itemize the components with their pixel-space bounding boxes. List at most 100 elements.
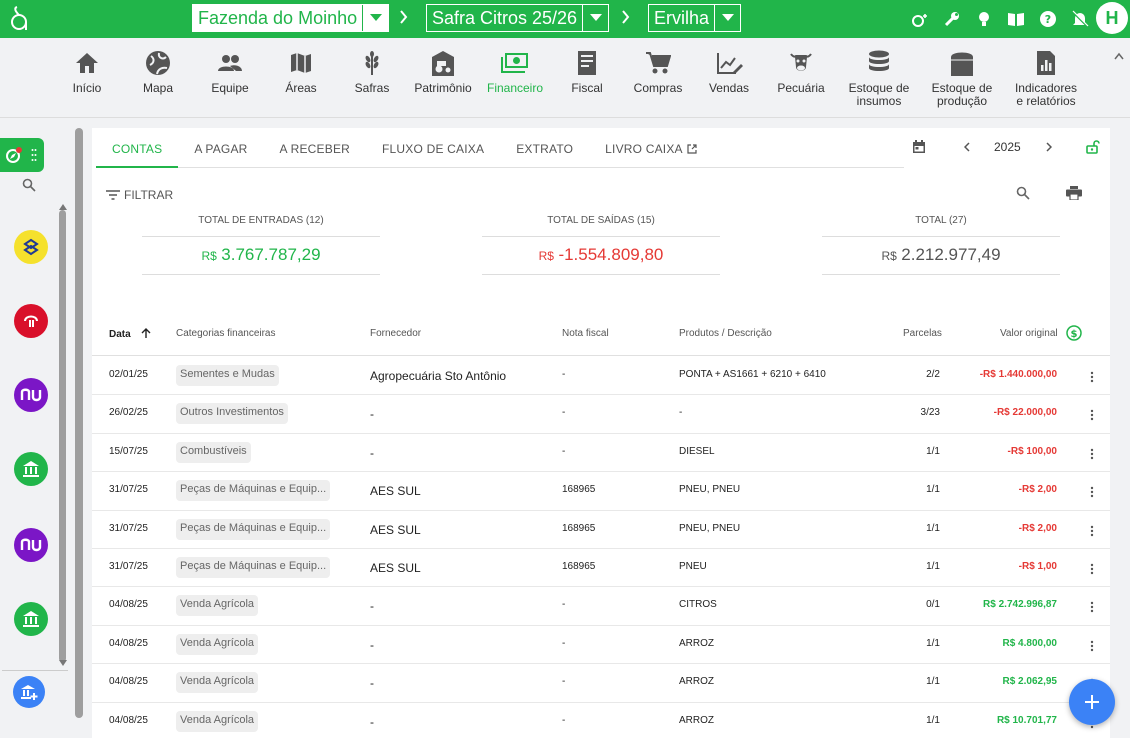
col-produtos[interactable]: Produtos / Descrição bbox=[679, 328, 772, 339]
col-valor-original[interactable]: Valor original bbox=[1000, 328, 1058, 339]
nav-compras[interactable]: Compras bbox=[632, 48, 684, 95]
table-row[interactable]: 04/08/25 Venda Agrícola - - ARROZ 1/1 R$ 4.800… bbox=[92, 626, 1110, 665]
sidebar-scrollbar[interactable] bbox=[59, 210, 66, 662]
tab-a-pagar[interactable]: A PAGAR bbox=[178, 128, 263, 168]
table-row[interactable]: 04/08/25 Venda Agrícola - - CITROS 0/1 R$ 2.74… bbox=[92, 587, 1110, 626]
wrench-icon[interactable] bbox=[942, 9, 962, 29]
col-parcelas[interactable]: Parcelas bbox=[903, 328, 942, 339]
drag-handle-icon[interactable] bbox=[31, 148, 37, 162]
category-chip[interactable]: Combustíveis bbox=[176, 441, 251, 463]
category-chip[interactable]: Peças de Máquinas e Equip... bbox=[176, 518, 331, 540]
crop-select[interactable]: Ervilha bbox=[648, 4, 742, 32]
category-chip[interactable]: Peças de Máquinas e Equip... bbox=[176, 480, 331, 502]
external-link-icon bbox=[687, 144, 697, 154]
tab-extrato[interactable]: EXTRATO bbox=[500, 128, 589, 168]
year-picker: 2025 bbox=[912, 140, 1100, 154]
table-row[interactable]: 31/07/25 Peças de Máquinas e Equip... AES … bbox=[92, 472, 1110, 511]
collapse-up-icon[interactable] bbox=[1114, 52, 1124, 60]
nav-areas[interactable]: Áreas bbox=[280, 48, 322, 95]
col-categorias[interactable]: Categorias financeiras bbox=[176, 328, 276, 339]
nav-vendas[interactable]: Vendas bbox=[706, 48, 752, 95]
lightbulb-icon[interactable] bbox=[974, 9, 994, 29]
tab-fluxo-de-caixa[interactable]: FLUXO DE CAIXA bbox=[366, 128, 500, 168]
nav-safras[interactable]: Safras bbox=[350, 48, 394, 95]
cell-supplier: AES SUL bbox=[370, 484, 421, 499]
col-nota-fiscal[interactable]: Nota fiscal bbox=[562, 328, 609, 339]
more-vert-icon[interactable] bbox=[1090, 486, 1094, 498]
category-chip[interactable]: Sementes e Mudas bbox=[176, 365, 279, 386]
page-scrollbar[interactable] bbox=[75, 128, 83, 718]
category-chip[interactable]: Venda Agrícola bbox=[176, 710, 259, 732]
nav-inicio[interactable]: Início bbox=[66, 48, 108, 95]
col-data[interactable]: Data bbox=[109, 328, 151, 340]
account-nubank-2[interactable] bbox=[14, 528, 48, 562]
nav-estoque-producao[interactable]: Estoque de produção bbox=[928, 48, 996, 108]
category-chip[interactable]: Venda Agrícola bbox=[176, 672, 259, 694]
assistant-icon[interactable] bbox=[910, 9, 930, 29]
account-bradesco[interactable] bbox=[14, 304, 48, 338]
cell-supplier: - bbox=[370, 445, 374, 460]
farm-select[interactable]: Fazenda do Moinho bbox=[192, 4, 390, 32]
nav-fiscal[interactable]: Fiscal bbox=[566, 48, 608, 95]
add-account-button[interactable] bbox=[13, 676, 45, 708]
table-row[interactable]: 02/01/25 Sementes e Mudas Agropecuária Sto… bbox=[92, 357, 1110, 396]
currency-icon[interactable]: $ bbox=[1066, 325, 1082, 341]
avatar[interactable]: H bbox=[1096, 2, 1128, 34]
season-select[interactable]: Safra Citros 25/26 bbox=[426, 4, 610, 32]
tab-contas[interactable]: CONTAS bbox=[96, 128, 179, 168]
nav-indicadores[interactable]: Indicadores e relatórios bbox=[1010, 48, 1082, 108]
account-nubank[interactable] bbox=[14, 378, 48, 412]
chevron-down-icon bbox=[362, 5, 389, 31]
next-year-icon[interactable] bbox=[1046, 142, 1052, 152]
add-transaction-button[interactable] bbox=[1069, 679, 1115, 725]
cell-installments: 3/23 bbox=[920, 407, 940, 419]
scroll-down-icon[interactable] bbox=[59, 660, 67, 666]
unlock-icon[interactable] bbox=[1086, 140, 1100, 154]
tab-livro-caixa[interactable]: LIVRO CAIXA bbox=[589, 128, 713, 168]
book-icon[interactable] bbox=[1006, 9, 1026, 29]
search-icon[interactable] bbox=[22, 178, 36, 192]
nav-pecuaria[interactable]: Pecuária bbox=[776, 48, 826, 95]
filter-button[interactable]: FILTRAR bbox=[106, 188, 173, 202]
category-chip[interactable]: Peças de Máquinas e Equip... bbox=[176, 556, 331, 578]
sidebar-toggle[interactable] bbox=[0, 138, 44, 172]
calendar-icon[interactable] bbox=[912, 140, 926, 154]
table-row[interactable]: 26/02/25 Outros Investimentos - - - 3/23 -R$ 2… bbox=[92, 395, 1110, 434]
nav-patrimonio[interactable]: Patrimônio bbox=[414, 48, 472, 95]
account-bank-2[interactable] bbox=[14, 602, 48, 636]
account-bank-1[interactable] bbox=[14, 452, 48, 486]
cell-products: ARROZ bbox=[679, 714, 714, 726]
more-vert-icon[interactable] bbox=[1090, 563, 1094, 575]
table-row[interactable]: 04/08/25 Venda Agrícola - - ARROZ 1/1 R$ 2.062… bbox=[92, 664, 1110, 703]
print-icon[interactable] bbox=[1066, 186, 1082, 200]
category-chip[interactable]: Venda Agrícola bbox=[176, 633, 259, 655]
nav-equipe[interactable]: Equipe bbox=[206, 48, 254, 95]
cell-date: 02/01/25 bbox=[109, 369, 148, 380]
col-fornecedor[interactable]: Fornecedor bbox=[370, 328, 421, 339]
more-vert-icon[interactable] bbox=[1090, 525, 1094, 537]
cell-invoice: - bbox=[562, 407, 566, 419]
nav-estoque-insumos[interactable]: Estoque de insumos bbox=[846, 48, 912, 108]
table-row[interactable]: 31/07/25 Peças de Máquinas e Equip... AES … bbox=[92, 549, 1110, 588]
nav-mapa[interactable]: Mapa bbox=[136, 48, 180, 95]
accounts-sidebar bbox=[0, 118, 68, 738]
notifications-off-icon[interactable] bbox=[1070, 9, 1090, 29]
search-icon[interactable] bbox=[1016, 186, 1030, 200]
help-icon[interactable]: ? bbox=[1038, 9, 1058, 29]
table-row[interactable]: 04/08/25 Venda Agrícola - - ARROZ 1/1 R$ 10.70… bbox=[92, 703, 1110, 738]
more-vert-icon[interactable] bbox=[1090, 640, 1094, 652]
app-logo-icon[interactable] bbox=[8, 6, 30, 32]
nav-financeiro[interactable]: Financeiro bbox=[486, 48, 544, 95]
prev-year-icon[interactable] bbox=[964, 142, 970, 152]
account-bank-brasil[interactable] bbox=[14, 230, 48, 264]
more-vert-icon[interactable] bbox=[1090, 601, 1094, 613]
more-vert-icon[interactable] bbox=[1090, 409, 1094, 421]
category-chip[interactable]: Outros Investimentos bbox=[176, 403, 288, 425]
more-vert-icon[interactable] bbox=[1090, 371, 1094, 383]
table-row[interactable]: 15/07/25 Combustíveis - - DIESEL 1/1 -R$ 100,0… bbox=[92, 434, 1110, 473]
category-chip[interactable]: Venda Agrícola bbox=[176, 595, 259, 617]
tab-a-receber[interactable]: A RECEBER bbox=[264, 128, 367, 168]
more-vert-icon[interactable] bbox=[1090, 448, 1094, 460]
table-row[interactable]: 31/07/25 Peças de Máquinas e Equip... AES … bbox=[92, 511, 1110, 549]
totals-summary: TOTAL DE ENTRADAS (12) R$ 3.767.787,29 T… bbox=[142, 215, 1060, 275]
